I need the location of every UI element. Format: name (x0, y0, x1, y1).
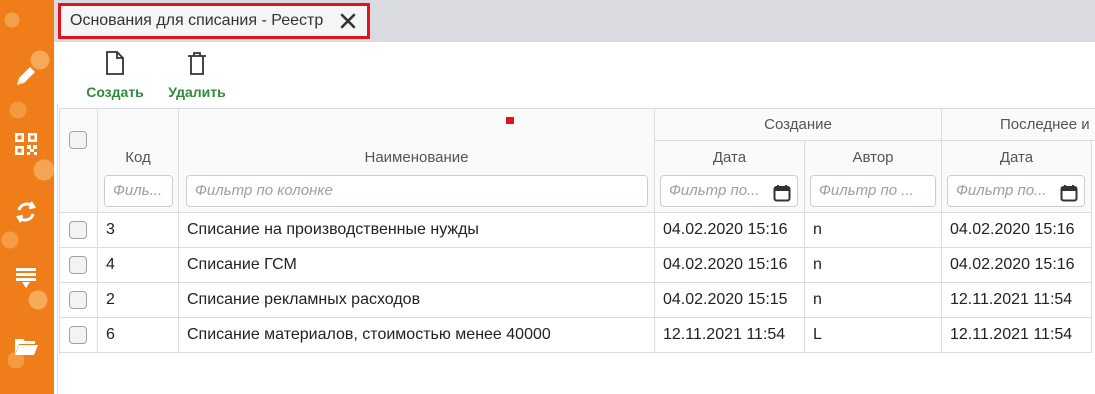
row-checkbox[interactable] (69, 221, 87, 239)
column-header-name[interactable]: Наименование Фильтр по колонке (179, 109, 655, 213)
download-list-icon[interactable] (10, 262, 42, 294)
red-marker (506, 117, 514, 124)
toolbar: Создать Удалить (54, 42, 1095, 104)
cell-author: n (805, 248, 942, 283)
filter-name-input[interactable]: Фильтр по колонке (186, 175, 648, 207)
filter-created-date-input[interactable]: Фильтр по... (660, 175, 798, 207)
tab-title: Основания для списания - Реестр (70, 12, 324, 29)
filter-changed-date-input[interactable]: Фильтр по... (947, 175, 1085, 207)
calendar-icon[interactable] (1060, 183, 1078, 202)
column-header-created-date[interactable]: Дата Фильтр по... (655, 141, 805, 213)
calendar-icon[interactable] (773, 183, 791, 202)
column-title-created-date: Дата (712, 149, 747, 166)
folder-open-icon[interactable] (10, 330, 42, 362)
cell-code: 2 (98, 283, 179, 318)
cell-name: Списание рекламных расходов (179, 283, 655, 318)
cell-author: L (805, 318, 942, 353)
tab-bar: Основания для списания - Реестр (54, 0, 1095, 42)
select-all-header (60, 109, 98, 213)
filter-code-input[interactable]: Филь... (104, 175, 173, 207)
row-select-cell (60, 248, 98, 283)
row-select-cell (60, 213, 98, 248)
group-title-last-change: Последнее и (1000, 116, 1090, 133)
column-title-changed-date: Дата (999, 149, 1034, 166)
row-select-cell (60, 318, 98, 353)
create-label: Создать (86, 84, 144, 100)
delete-button[interactable]: Удалить (164, 50, 230, 100)
cell-name: Списание материалов, стоимостью менее 40… (179, 318, 655, 353)
cell-author: n (805, 213, 942, 248)
filter-created-author-input[interactable]: Фильтр по ... (810, 175, 936, 207)
filter-changed-date-text: Фильтр по... (956, 182, 1047, 199)
new-document-icon (103, 50, 127, 76)
cell-code: 3 (98, 213, 179, 248)
cell-changed-date: 04.02.2020 15:16 (942, 248, 1092, 283)
row-checkbox[interactable] (69, 291, 87, 309)
column-header-changed-date[interactable]: Дата Фильтр по... (942, 141, 1092, 213)
cell-code: 6 (98, 318, 179, 353)
column-title-created-author: Автор (852, 149, 894, 166)
cell-changed-date: 04.02.2020 15:16 (942, 213, 1092, 248)
data-grid: Код Филь... Наименование Фильтр по колон… (59, 108, 1095, 355)
sync-icon[interactable] (10, 196, 42, 228)
row-checkbox[interactable] (69, 326, 87, 344)
left-rail (0, 0, 54, 394)
cell-code: 4 (98, 248, 179, 283)
create-button[interactable]: Создать (84, 50, 146, 100)
pencil-icon[interactable] (10, 60, 42, 92)
column-title-name: Наименование (364, 149, 469, 166)
filter-created-date-text: Фильтр по... (669, 182, 760, 199)
cell-author: n (805, 283, 942, 318)
column-header-created-author[interactable]: Автор Фильтр по ... (805, 141, 942, 213)
group-header-last-change: Последнее и (942, 109, 1095, 141)
qr-code-icon[interactable] (10, 128, 42, 160)
cell-created-date: 12.11.2021 11:54 (655, 318, 805, 353)
close-icon[interactable] (339, 12, 357, 30)
cell-changed-date: 12.11.2021 11:54 (942, 318, 1092, 353)
column-title-code: Код (125, 149, 151, 166)
cell-created-date: 04.02.2020 15:16 (655, 248, 805, 283)
cell-name: Списание на производственные нужды (179, 213, 655, 248)
group-title-creation: Создание (764, 116, 832, 133)
cell-created-date: 04.02.2020 15:16 (655, 213, 805, 248)
cell-changed-date: 12.11.2021 11:54 (942, 283, 1092, 318)
delete-label: Удалить (168, 84, 226, 100)
tab-registry[interactable]: Основания для списания - Реестр (58, 3, 370, 39)
cell-created-date: 04.02.2020 15:15 (655, 283, 805, 318)
cell-name: Списание ГСМ (179, 248, 655, 283)
row-checkbox[interactable] (69, 256, 87, 274)
row-select-cell (60, 283, 98, 318)
select-all-checkbox[interactable] (69, 131, 87, 149)
grid-left-border (57, 104, 58, 394)
group-header-creation: Создание (655, 109, 942, 141)
trash-icon (185, 50, 209, 76)
app-window: Основания для списания - Реестр Создать … (0, 0, 1095, 394)
column-header-code[interactable]: Код Филь... (98, 109, 179, 213)
